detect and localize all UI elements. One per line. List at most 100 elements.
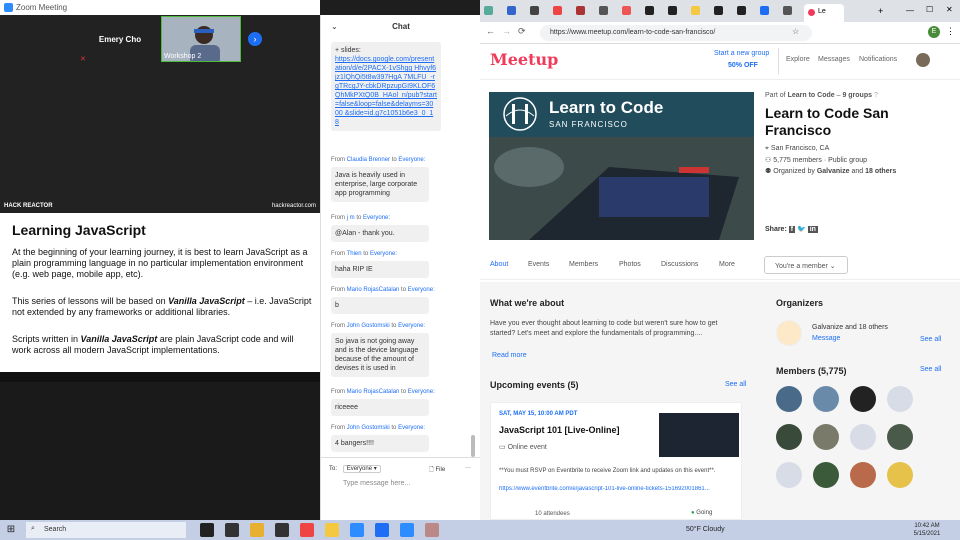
slide-brand-right: hackreactor.com xyxy=(271,203,316,209)
taskbar-search[interactable]: ⌕ Search xyxy=(26,522,186,538)
member-avatar[interactable] xyxy=(776,462,802,488)
tab-active[interactable]: Le xyxy=(804,4,844,22)
browser-tab[interactable] xyxy=(599,6,608,15)
weather-widget[interactable]: 50°F Cloudy xyxy=(686,526,725,533)
meetup-logo[interactable]: Meetup xyxy=(490,50,558,69)
taskbar-app-icon[interactable] xyxy=(200,523,214,537)
maximize-icon[interactable]: ☐ xyxy=(926,5,933,14)
browser-tab[interactable] xyxy=(484,6,493,15)
organizer-avatar[interactable] xyxy=(776,320,802,346)
chat-message: haha RIP IE xyxy=(331,261,429,278)
webcam-label: Workshop 2 xyxy=(164,53,202,60)
chat-recipient-row: To: Everyone ▾ xyxy=(329,465,381,473)
event-title[interactable]: JavaScript 101 [Live-Online] xyxy=(499,425,620,435)
minimize-icon[interactable]: — xyxy=(906,6,914,15)
browser-tab[interactable] xyxy=(714,6,723,15)
facebook-icon[interactable]: f xyxy=(788,226,796,233)
clock[interactable]: 10:42 AM 5/15/2021 xyxy=(896,522,958,538)
start-group-link[interactable]: Start a new group xyxy=(714,50,769,57)
shared-slide: HACK REACTOR hackreactor.com Learning Ja… xyxy=(0,200,320,372)
event-link[interactable]: https://www.eventbrite.com/e/javascript-… xyxy=(499,486,735,492)
reload-icon[interactable]: ⟳ xyxy=(518,26,526,37)
hero-title: Learn to Code xyxy=(549,98,664,117)
nav-messages[interactable]: Messages xyxy=(818,56,850,63)
member-avatar[interactable] xyxy=(850,462,876,488)
member-avatar[interactable] xyxy=(813,424,839,450)
linkedin-icon[interactable]: in xyxy=(807,226,818,233)
member-avatar[interactable] xyxy=(776,386,802,412)
organizers-see-all[interactable]: See all xyxy=(920,336,941,343)
slide-paragraph-1: At the beginning of your learning journe… xyxy=(12,247,308,279)
members-see-all[interactable]: See all xyxy=(920,366,941,373)
menu-icon[interactable]: ⋮ xyxy=(946,26,955,37)
zoom-window-title: Zoom Meeting xyxy=(16,3,68,12)
participant-name: Emery Cho xyxy=(98,35,142,44)
browser-tab[interactable] xyxy=(645,6,654,15)
event-card[interactable]: SAT, MAY 15, 10:00 AM PDT JavaScript 101… xyxy=(490,402,742,520)
browser-tab[interactable] xyxy=(507,6,516,15)
organizer-name: Galvanize and 18 others xyxy=(812,324,888,331)
browser-tab[interactable] xyxy=(760,6,769,15)
taskbar-app-icon[interactable] xyxy=(375,523,389,537)
member-avatar[interactable] xyxy=(850,424,876,450)
nav-explore[interactable]: Explore xyxy=(786,56,810,63)
taskbar-app-icon[interactable] xyxy=(275,523,289,537)
group-tab-more[interactable]: More xyxy=(719,261,735,268)
start-button[interactable]: ⊞ xyxy=(0,520,22,540)
member-status-button[interactable]: You're a member ⌄ xyxy=(764,256,848,274)
browser-tab[interactable] xyxy=(668,6,677,15)
group-tab-discussions[interactable]: Discussions xyxy=(661,261,698,268)
close-icon[interactable]: ✕ xyxy=(946,5,953,14)
member-avatar[interactable] xyxy=(887,462,913,488)
user-avatar[interactable] xyxy=(916,53,930,67)
participant-tile[interactable]: Emery Cho xyxy=(80,17,160,62)
browser-tab[interactable] xyxy=(737,6,746,15)
file-button[interactable]: 🗋 File xyxy=(429,465,445,475)
part-of-link[interactable]: Learn to Code xyxy=(788,92,835,99)
taskbar-app-icon[interactable] xyxy=(425,523,439,537)
slides-link[interactable]: https://docs.google.com/presentation/d/e… xyxy=(335,55,437,127)
recipient-select[interactable]: Everyone ▾ xyxy=(342,465,381,473)
browser-tab[interactable] xyxy=(530,6,539,15)
taskbar-app-icon[interactable] xyxy=(225,523,239,537)
back-icon[interactable]: ← xyxy=(486,26,495,36)
member-avatar[interactable] xyxy=(813,386,839,412)
more-icon[interactable]: ··· xyxy=(465,465,471,471)
forward-icon[interactable]: → xyxy=(502,26,511,36)
taskbar-app-icon[interactable] xyxy=(350,523,364,537)
group-content: What we're about Have you ever thought a… xyxy=(480,282,960,520)
group-tab-members[interactable]: Members xyxy=(569,261,598,268)
browser-tab[interactable] xyxy=(576,6,585,15)
new-tab-icon[interactable]: + xyxy=(878,6,883,16)
nav-notifications[interactable]: Notifications xyxy=(859,56,897,63)
browser-tab[interactable] xyxy=(783,6,792,15)
slide-brand-bar: HACK REACTOR hackreactor.com xyxy=(0,200,320,213)
taskbar-app-icon[interactable] xyxy=(250,523,264,537)
member-avatar[interactable] xyxy=(776,424,802,450)
events-see-all[interactable]: See all xyxy=(725,381,746,388)
member-avatar[interactable] xyxy=(813,462,839,488)
browser-tab[interactable] xyxy=(622,6,631,15)
taskbar-app-icon[interactable] xyxy=(400,523,414,537)
member-avatar[interactable] xyxy=(850,386,876,412)
member-avatar[interactable] xyxy=(887,386,913,412)
member-avatar[interactable] xyxy=(887,424,913,450)
chat-scrollbar[interactable] xyxy=(471,435,475,457)
group-tab-events[interactable]: Events xyxy=(528,261,549,268)
message-link[interactable]: Message xyxy=(812,335,840,342)
address-bar[interactable]: https://www.meetup.com/learn-to-code-san… xyxy=(540,25,812,41)
profile-avatar[interactable]: E xyxy=(928,26,940,38)
group-tab-photos[interactable]: Photos xyxy=(619,261,641,268)
browser-tab[interactable] xyxy=(691,6,700,15)
next-page-button[interactable]: › xyxy=(248,32,262,46)
star-icon[interactable]: ☆ xyxy=(792,27,799,36)
webcam-tile[interactable]: Workshop 2 xyxy=(161,16,241,62)
read-more-link[interactable]: Read more xyxy=(492,352,527,359)
collapse-chevron-icon[interactable]: ⌄ xyxy=(331,22,338,31)
taskbar-app-icon[interactable] xyxy=(325,523,339,537)
browser-tab[interactable] xyxy=(553,6,562,15)
taskbar-app-icon[interactable] xyxy=(300,523,314,537)
chat-input[interactable]: Type message here... xyxy=(343,480,410,487)
group-tab-about[interactable]: About xyxy=(490,261,508,268)
twitter-icon[interactable]: 🐦 xyxy=(797,226,806,233)
